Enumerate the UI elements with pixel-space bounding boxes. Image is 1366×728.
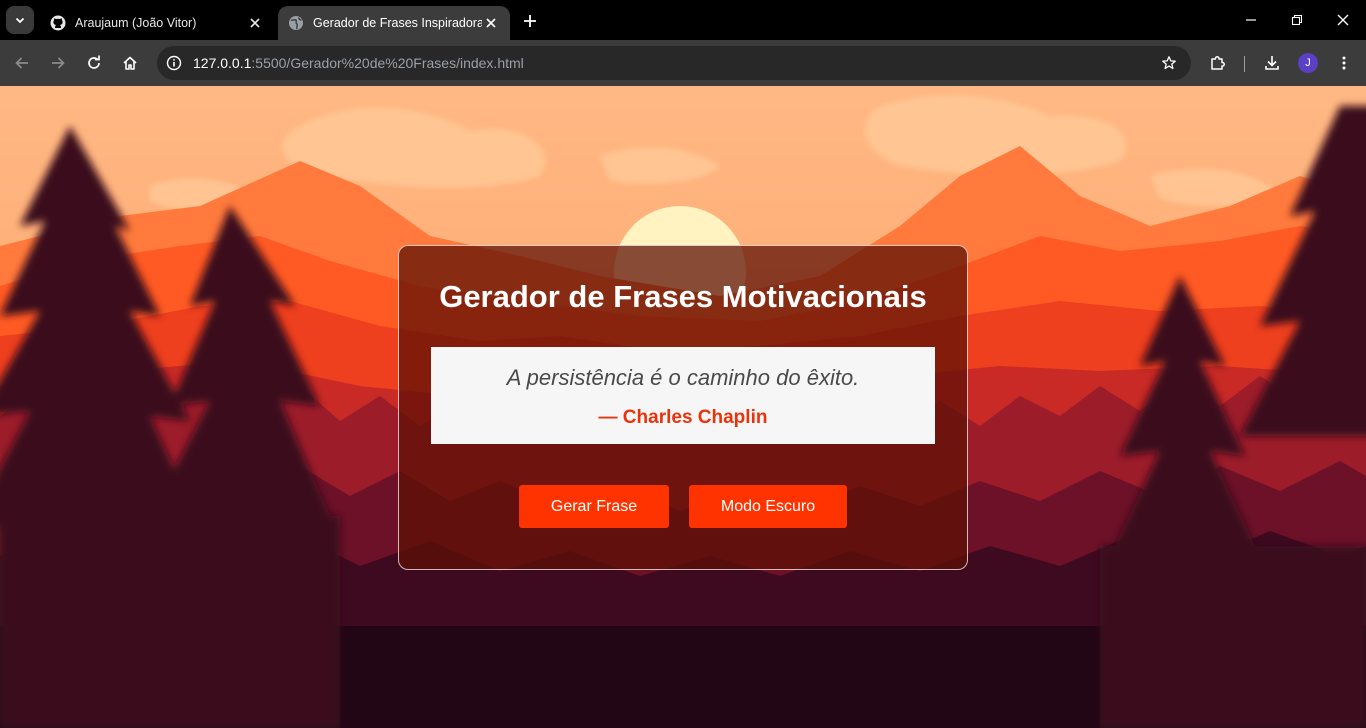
- home-button[interactable]: [116, 49, 144, 77]
- window-close-button[interactable]: [1320, 0, 1366, 40]
- arrow-left-icon: [15, 57, 28, 69]
- quote-text: A persistência é o caminho do êxito.: [506, 365, 860, 390]
- tab-title: Gerador de Frases Inspiradoras: [313, 16, 482, 30]
- plus-icon: [524, 15, 536, 27]
- reload-icon: [88, 55, 100, 69]
- generate-quote-button[interactable]: Gerar Frase: [519, 485, 669, 528]
- url-host: 127.0.0.1: [193, 55, 252, 71]
- globe-icon: [288, 15, 304, 31]
- bookmark-star-icon[interactable]: [1157, 51, 1181, 75]
- download-icon: [1265, 56, 1279, 70]
- tab-title: Araujaum (João Vitor): [75, 16, 197, 30]
- new-tab-button[interactable]: [518, 9, 542, 33]
- tab-github[interactable]: Araujaum (João Vitor): [40, 6, 274, 40]
- home-icon: [123, 56, 137, 70]
- url-path: :5500/Gerador%20de%20Frases/index.html: [251, 55, 524, 71]
- menu-button[interactable]: [1330, 49, 1358, 77]
- back-button[interactable]: [8, 49, 36, 77]
- tab-gerador[interactable]: Gerador de Frases Inspiradoras: [278, 6, 510, 40]
- profile-avatar[interactable]: J: [1298, 53, 1318, 73]
- url-text[interactable]: 127.0.0.1:5500/Gerador%20de%20Frases/ind…: [193, 55, 524, 71]
- tab-search-button[interactable]: [6, 6, 34, 34]
- restore-button[interactable]: [1274, 0, 1320, 40]
- minimize-icon: [1246, 19, 1256, 21]
- reload-button[interactable]: [80, 49, 108, 77]
- browser-toolbar: 127.0.0.1:5500/Gerador%20de%20Frases/ind…: [0, 40, 1366, 86]
- chevron-down-icon: [15, 17, 25, 24]
- address-bar[interactable]: 127.0.0.1:5500/Gerador%20de%20Frases/ind…: [157, 46, 1191, 80]
- page-viewport: Gerador de Frases Motivacionais A persis…: [0, 86, 1366, 728]
- close-icon[interactable]: [482, 14, 500, 32]
- dark-mode-button[interactable]: Modo Escuro: [689, 485, 847, 528]
- close-icon: [1337, 14, 1349, 26]
- close-icon[interactable]: [246, 14, 264, 32]
- puzzle-icon: [1211, 56, 1225, 70]
- quote-card: Gerador de Frases Motivacionais A persis…: [398, 245, 968, 570]
- extensions-button[interactable]: [1204, 49, 1232, 77]
- site-info-icon[interactable]: [162, 51, 186, 75]
- restore-icon: [1291, 14, 1303, 26]
- quote-author: — Charles Chaplin: [598, 407, 768, 428]
- forward-button[interactable]: [44, 49, 72, 77]
- more-vert-icon: [1342, 56, 1346, 70]
- downloads-button[interactable]: [1258, 49, 1286, 77]
- minimize-button[interactable]: [1228, 0, 1274, 40]
- arrow-right-icon: [52, 57, 65, 69]
- github-icon: [50, 15, 66, 31]
- tab-strip: Araujaum (João Vitor) Gerador de Frases …: [0, 0, 1366, 40]
- quote-box: A persistência é o caminho do êxito. — C…: [431, 347, 935, 444]
- toolbar-divider: [1244, 56, 1245, 72]
- page-title: Gerador de Frases Motivacionais: [439, 279, 927, 314]
